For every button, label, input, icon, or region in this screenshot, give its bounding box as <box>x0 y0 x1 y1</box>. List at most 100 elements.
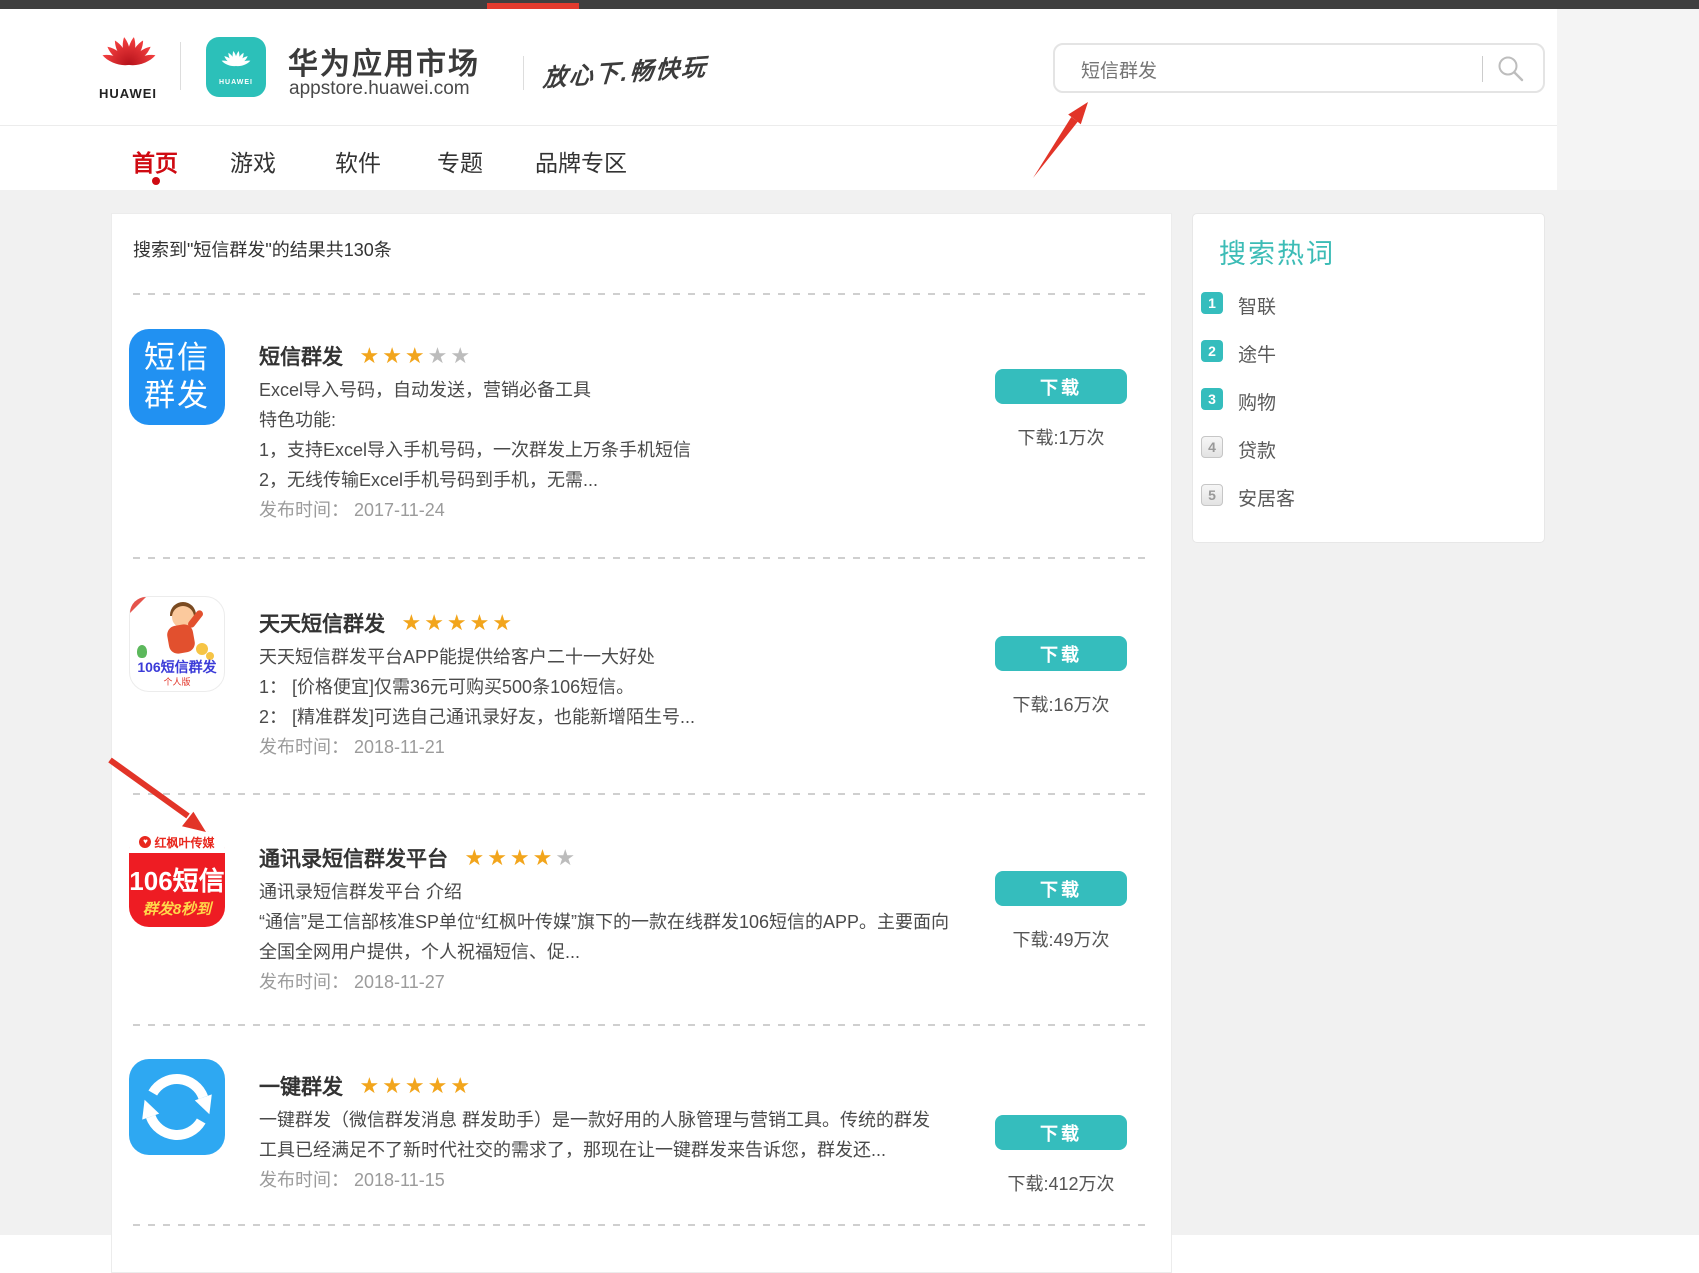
download-count: 下载:16万次 <box>986 691 1136 717</box>
header-divider <box>523 56 524 90</box>
results-summary: 搜索到"短信群发"的结果共130条 <box>133 236 392 262</box>
rank-badge: 3 <box>1201 388 1223 410</box>
result-item-sms-mass-send[interactable]: 短信 群发 短信群发 ★★★★★ Excel导入号码，自动发送，营销必备工具 特… <box>129 329 1159 539</box>
app-title[interactable]: 短信群发 <box>259 341 343 371</box>
download-column: 下载 下载:412万次 <box>986 1059 1136 1196</box>
huawei-wordmark: HUAWEI <box>98 86 158 101</box>
hot-word-loans[interactable]: 4 贷款 <box>1201 434 1531 462</box>
app-desc-line: 2： [精准群发]可选自己通讯录好友，也能新增陌生号... <box>259 702 979 732</box>
hot-word-shopping[interactable]: 3 购物 <box>1201 386 1531 414</box>
download-column: 下载 下载:16万次 <box>986 596 1136 717</box>
store-title: 华为应用市场 <box>288 39 480 83</box>
nav-item-home[interactable]: 首页 <box>132 144 178 178</box>
dashed-divider <box>133 557 1151 559</box>
app-desc-line: 1，支持Excel导入手机号码，一次群发上万条手机短信 <box>259 435 979 465</box>
search-divider <box>1482 56 1483 82</box>
appstore-icon-word: HUAWEI <box>206 79 266 86</box>
publish-date: 发布时间： 2017-11-24 <box>259 495 979 525</box>
browser-top-strip <box>0 0 1699 9</box>
result-text: 短信群发 ★★★★★ Excel导入号码，自动发送，营销必备工具 特色功能: 1… <box>259 341 979 525</box>
app-icon-sms-blue[interactable]: 短信 群发 <box>129 329 225 425</box>
bag-handle <box>223 28 249 46</box>
page-right-margin <box>1557 9 1699 190</box>
huawei-flower-icon <box>98 26 160 88</box>
app-title[interactable]: 一键群发 <box>259 1071 343 1101</box>
store-domain: appstore.huawei.com <box>289 78 470 100</box>
download-count: 下载:49万次 <box>986 926 1136 952</box>
rank-badge: 2 <box>1201 340 1223 362</box>
appstore-flower-icon <box>221 46 251 74</box>
app-title[interactable]: 通讯录短信群发平台 <box>259 843 448 873</box>
redleaf-logo-icon: ♥ <box>139 836 151 848</box>
result-item-daily-sms[interactable]: 106短信群发 个人版 天天短信群发 ★★★★★ 天天短信群发平台APP能提供给… <box>129 596 1159 776</box>
icon-brand-row: ♥ 红枫叶传媒 <box>129 831 225 853</box>
publish-date: 发布时间： 2018-11-21 <box>259 732 979 762</box>
app-desc-line: 2，无线传输Excel手机号码到手机，无需... <box>259 465 979 495</box>
download-button[interactable]: 下载 <box>995 636 1127 671</box>
download-count: 下载:412万次 <box>986 1170 1136 1196</box>
dashed-divider <box>133 1024 1151 1026</box>
app-desc-line: “通信”是工信部核准SP单位“红枫叶传媒”旗下的一款在线群发106短信的APP。… <box>259 907 979 937</box>
download-button[interactable]: 下载 <box>995 1115 1127 1150</box>
app-desc-line: 全国全网用户提供，个人祝福短信、促... <box>259 937 979 967</box>
nav-item-software[interactable]: 软件 <box>335 144 381 178</box>
appstore-bag-icon[interactable]: HUAWEI <box>206 37 266 97</box>
search-box[interactable] <box>1053 43 1545 93</box>
nav-item-topics[interactable]: 专题 <box>437 144 483 178</box>
app-desc-line: 一键群发（微信群发消息 群发助手）是一款好用的人脉管理与营销工具。传统的群发 <box>259 1105 979 1135</box>
nav-item-games[interactable]: 游戏 <box>230 144 276 178</box>
app-desc-line: 天天短信群发平台APP能提供给客户二十一大好处 <box>259 642 979 672</box>
app-desc-line: 特色功能: <box>259 405 979 435</box>
hot-word-anjuke[interactable]: 5 安居客 <box>1201 482 1531 510</box>
app-desc-line: 通讯录短信群发平台 介绍 <box>259 877 979 907</box>
result-text: 一键群发 ★★★★★ 一键群发（微信群发消息 群发助手）是一款好用的人脉管理与营… <box>259 1071 979 1195</box>
star-rating: ★★★★★ <box>464 847 578 869</box>
icon-main-text: 106短信 <box>129 861 225 898</box>
main-nav: 首页 游戏 软件 专题 品牌专区 <box>0 126 1557 190</box>
star-rating: ★★★★★ <box>401 612 515 634</box>
download-button[interactable]: 下载 <box>995 871 1127 906</box>
download-button[interactable]: 下载 <box>995 369 1127 404</box>
download-column: 下载 下载:49万次 <box>986 831 1136 952</box>
app-icon-redleaf-106[interactable]: ♥ 红枫叶传媒 106短信 群发8秒到 <box>129 831 225 927</box>
dashed-divider <box>133 793 1151 795</box>
app-desc-line: 1： [价格便宜]仅需36元可购买500条106短信。 <box>259 672 979 702</box>
hot-word-zhilian[interactable]: 1 智联 <box>1201 290 1531 318</box>
publish-date: 发布时间： 2018-11-15 <box>259 1165 979 1195</box>
active-nav-dot <box>152 177 160 185</box>
header-divider <box>180 42 181 90</box>
star-rating: ★★★★★ <box>359 1075 473 1097</box>
site-header: HUAWEI HUAWEI 华为应用市场 appstore.huawei.com… <box>0 9 1557 125</box>
hot-search-panel: 搜索热词 1 智联 2 途牛 3 购物 4 贷款 5 安居客 <box>1192 213 1545 543</box>
hot-search-title: 搜索热词 <box>1219 232 1335 271</box>
rank-badge: 5 <box>1201 484 1223 506</box>
app-desc-line: Excel导入号码，自动发送，营销必备工具 <box>259 375 979 405</box>
publish-date: 发布时间： 2018-11-27 <box>259 967 979 997</box>
icon-banner-text: 群发8秒到 <box>129 898 225 919</box>
search-input[interactable] <box>1081 49 1471 89</box>
app-title[interactable]: 天天短信群发 <box>259 608 385 638</box>
rank-badge: 4 <box>1201 436 1223 458</box>
rank-badge: 1 <box>1201 292 1223 314</box>
icon-caption-sub: 个人版 <box>130 675 224 688</box>
download-count: 下载:1万次 <box>986 424 1136 450</box>
nav-item-brandzone[interactable]: 品牌专区 <box>535 144 627 178</box>
huawei-logo[interactable]: HUAWEI <box>98 26 168 104</box>
result-item-contacts-sms-platform[interactable]: ♥ 红枫叶传媒 106短信 群发8秒到 通讯录短信群发平台 ★★★★★ 通讯录短… <box>129 831 1159 1011</box>
store-slogan: 放心下.畅快玩 <box>542 44 754 94</box>
app-icon-sync-arrows[interactable] <box>129 1059 225 1155</box>
result-text: 通讯录短信群发平台 ★★★★★ 通讯录短信群发平台 介绍 “通信”是工信部核准S… <box>259 843 979 997</box>
search-icon[interactable] <box>1497 55 1525 83</box>
star-rating: ★★★★★ <box>359 345 473 367</box>
sync-arrows-icon <box>129 1059 225 1155</box>
result-item-one-key-send[interactable]: 一键群发 ★★★★★ 一键群发（微信群发消息 群发助手）是一款好用的人脉管理与营… <box>129 1059 1159 1209</box>
icon-caption: 106短信群发 <box>130 657 224 677</box>
download-column: 下载 下载:1万次 <box>986 329 1136 450</box>
icon-corner-ribbon <box>130 597 146 613</box>
app-icon-cartoon-106[interactable]: 106短信群发 个人版 <box>129 596 225 692</box>
dashed-divider <box>133 293 1151 295</box>
result-text: 天天短信群发 ★★★★★ 天天短信群发平台APP能提供给客户二十一大好处 1： … <box>259 608 979 762</box>
dashed-divider <box>133 1224 1151 1226</box>
app-desc-line: 工具已经满足不了新时代社交的需求了，那现在让一键群发来告诉您，群发还... <box>259 1135 979 1165</box>
hot-word-tuniu[interactable]: 2 途牛 <box>1201 338 1531 366</box>
